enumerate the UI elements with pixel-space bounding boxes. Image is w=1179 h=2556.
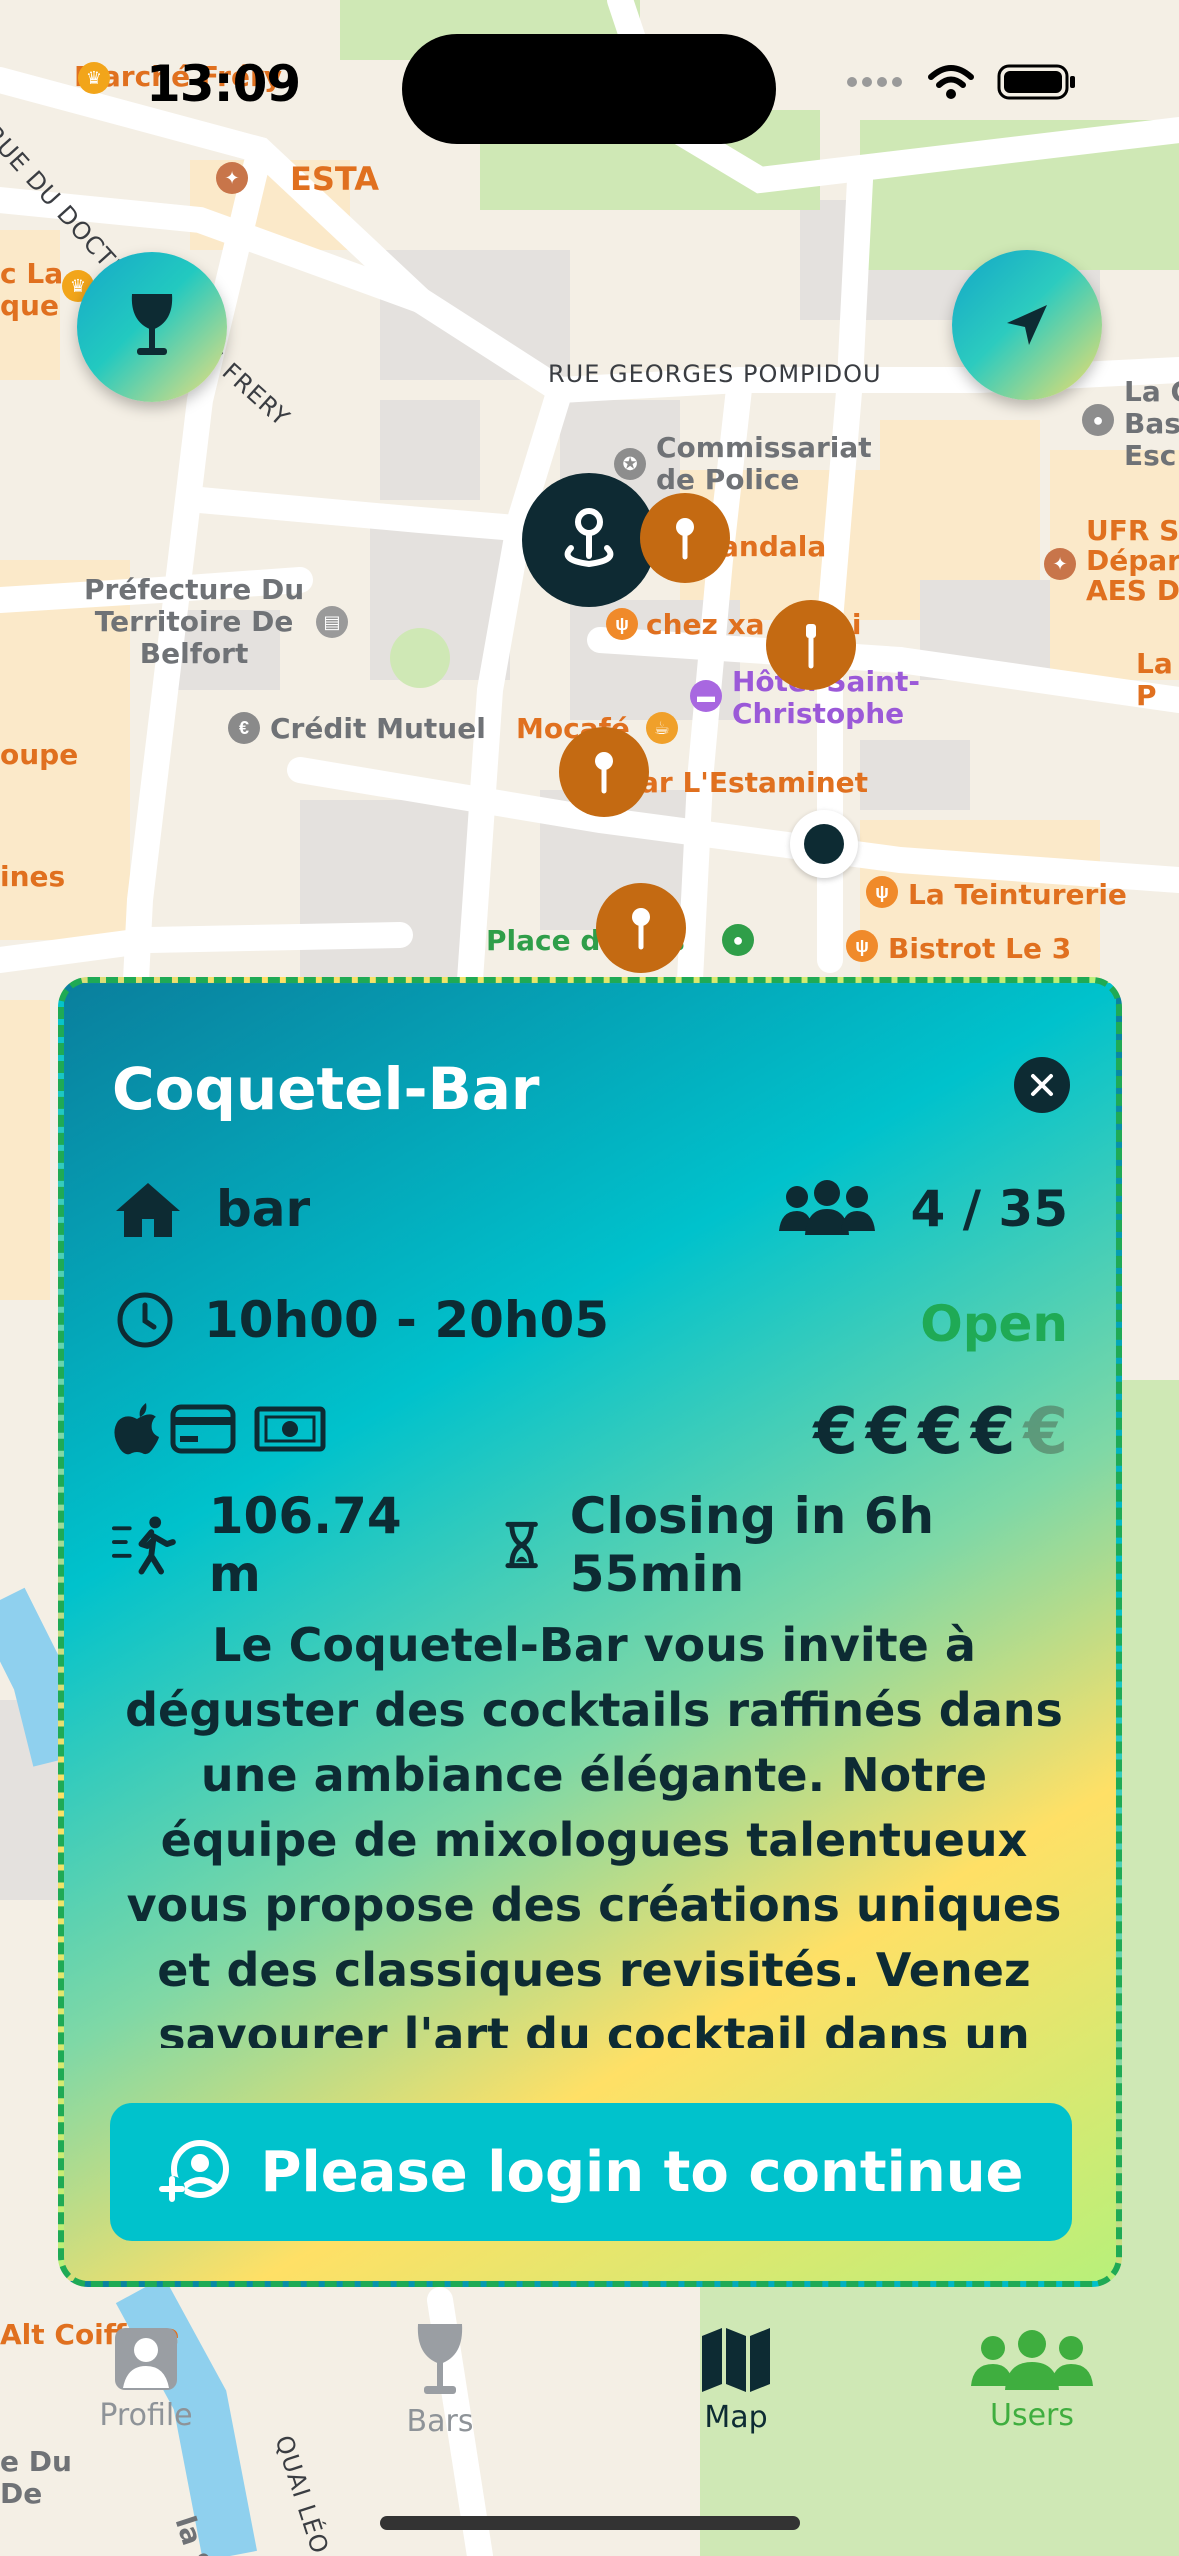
- map-poi-label: andala: [720, 530, 827, 563]
- map-poi-label: La C Bas Esc: [1124, 375, 1179, 472]
- signal-dots-icon: [847, 77, 902, 87]
- building-icon: ●: [1082, 404, 1114, 436]
- tab-profile[interactable]: Profile: [46, 2326, 246, 2433]
- map-poi-label: Bistrot Le 3: [888, 932, 1072, 965]
- restaurant-icon: ψ: [866, 876, 898, 908]
- bank-icon: €: [228, 712, 260, 744]
- distance-value: 106.74 m: [208, 1487, 402, 1603]
- map-poi-label: ar L'Estaminet: [640, 766, 869, 799]
- bar-type-row: bar: [114, 1179, 310, 1239]
- home-icon: [116, 1183, 180, 1237]
- hourglass-icon: [505, 1521, 539, 1569]
- price-symbol: €: [918, 1395, 963, 1469]
- distance-row: 106.74 m Closing in 6h 55min: [112, 1487, 1116, 1603]
- map-poi-label: La Teinturerie: [908, 878, 1127, 911]
- restaurant-icon: ψ: [606, 608, 638, 640]
- shop-icon: ♛: [78, 62, 110, 94]
- login-button[interactable]: Please login to continue: [110, 2103, 1072, 2241]
- clock-icon: [117, 1292, 173, 1348]
- walking-icon: [112, 1516, 176, 1575]
- person-icon: [115, 2328, 177, 2390]
- users-icon: [971, 2330, 1093, 2390]
- map-poi-label: Préfecture Du Territoire De Belfort: [84, 573, 305, 670]
- tab-bar: Profile Bars Map Users: [0, 2300, 1179, 2460]
- users-icon: [778, 1180, 875, 1235]
- close-card-button[interactable]: [1014, 1057, 1070, 1113]
- closing-countdown: Closing in 6h 55min: [569, 1487, 935, 1603]
- bar-detail-card: Coquetel-Bar bar 4 / 35 10h00 - 20h05 Op…: [58, 977, 1122, 2287]
- bar-marker[interactable]: [766, 600, 856, 690]
- price-symbol-inactive: €: [1023, 1395, 1068, 1469]
- cash-icon: [254, 1406, 326, 1452]
- credit-card-icon: [170, 1404, 236, 1454]
- tab-label: Map: [704, 2400, 768, 2435]
- map-poi-label: c La que: [0, 257, 64, 322]
- capacity-value: 4 / 35: [910, 1180, 1068, 1238]
- tab-label: Users: [989, 2398, 1074, 2433]
- status-time: 13:09: [146, 55, 301, 113]
- open-status-badge: Open: [920, 1295, 1068, 1353]
- map-poi-label: UFR S Dépar AES D: [1086, 514, 1179, 607]
- map-pin-icon: [564, 508, 614, 568]
- price-symbol: €: [970, 1395, 1016, 1469]
- bar-title: Coquetel-Bar: [112, 1055, 540, 1123]
- battery-icon: [997, 64, 1075, 100]
- building-icon: ▤: [316, 606, 348, 638]
- location-arrow-icon: [1007, 305, 1047, 345]
- tab-label: Bars: [406, 2404, 474, 2439]
- cocktail-pin-icon: [806, 624, 816, 669]
- tab-label: Profile: [99, 2398, 193, 2433]
- status-icons: [845, 62, 1077, 102]
- map-poi-label: ESTA: [290, 160, 380, 198]
- user-location-dot: [790, 810, 858, 878]
- police-icon: ✪: [614, 448, 646, 480]
- bar-marker[interactable]: [640, 493, 730, 583]
- cocktail-pin-icon: [632, 908, 650, 950]
- restaurant-icon: ψ: [846, 930, 878, 962]
- hotel-icon: ▬: [690, 680, 722, 712]
- price-symbol: €: [865, 1395, 911, 1469]
- map-poi-label: oupe: [0, 738, 79, 771]
- close-icon: [1031, 1074, 1053, 1096]
- school-icon: ✦: [216, 162, 248, 194]
- price-level: € € € € €: [813, 1395, 1068, 1469]
- bar-type: bar: [216, 1180, 311, 1238]
- map-poi-label: Commissariat de Police: [656, 431, 872, 496]
- wine-glass-icon: [417, 2324, 463, 2394]
- transit-icon: ●: [722, 924, 754, 956]
- tab-map[interactable]: Map: [636, 2326, 836, 2435]
- cafe-icon: ☕: [646, 712, 678, 744]
- dynamic-island: [402, 34, 776, 144]
- capacity-row: 4 / 35: [775, 1179, 1068, 1239]
- map-icon: [702, 2328, 770, 2392]
- locate-me-button[interactable]: [952, 250, 1102, 400]
- wine-glass-icon: [131, 294, 173, 355]
- price-symbol: €: [813, 1395, 858, 1469]
- tab-bars[interactable]: Bars: [340, 2322, 540, 2439]
- add-user-icon: [159, 2140, 230, 2202]
- map-poi-label: Crédit Mutuel: [270, 712, 486, 745]
- login-button-label: Please login to continue: [260, 2139, 1024, 2205]
- payment-methods: [112, 1401, 326, 1457]
- cocktail-pin-icon: [676, 518, 694, 560]
- bar-marker[interactable]: [596, 883, 686, 973]
- bar-marker[interactable]: [559, 727, 649, 817]
- wifi-icon: [928, 65, 974, 99]
- home-indicator[interactable]: [380, 2516, 800, 2530]
- selected-bar-marker[interactable]: [522, 473, 656, 607]
- bars-filter-button[interactable]: [77, 252, 227, 402]
- map-poi-label: ines: [0, 860, 66, 893]
- opening-hours: 10h00 - 20h05: [204, 1291, 610, 1349]
- bar-description: Le Coquetel-Bar vous invite à déguster d…: [125, 1618, 1063, 2048]
- street-label: RUE GEORGES POMPIDOU: [548, 360, 882, 388]
- cocktail-pin-icon: [595, 752, 613, 794]
- map-poi-label: La P: [1136, 647, 1173, 712]
- apple-pay-icon: [114, 1403, 159, 1455]
- tab-users[interactable]: Users: [932, 2330, 1132, 2433]
- school-icon: ✦: [1044, 548, 1076, 580]
- hours-row: 10h00 - 20h05: [116, 1291, 609, 1349]
